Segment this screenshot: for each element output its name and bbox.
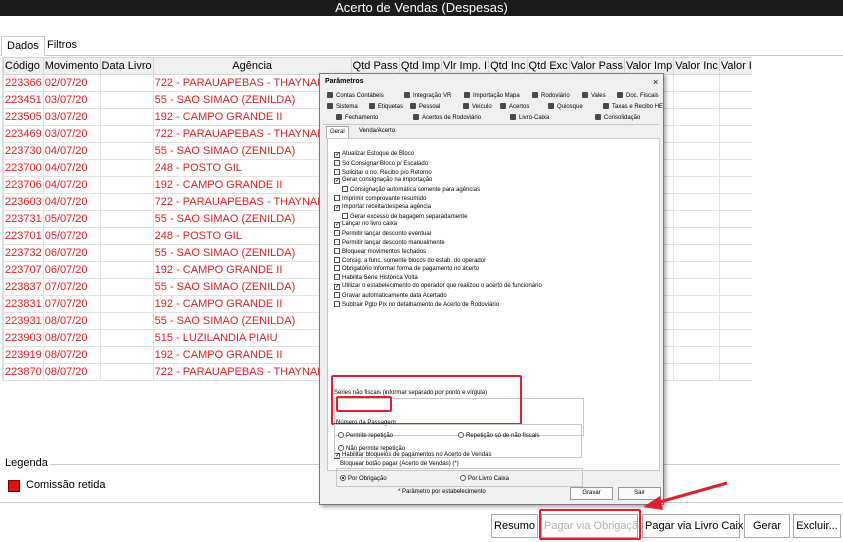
red-arrow-annotation [643,481,728,510]
